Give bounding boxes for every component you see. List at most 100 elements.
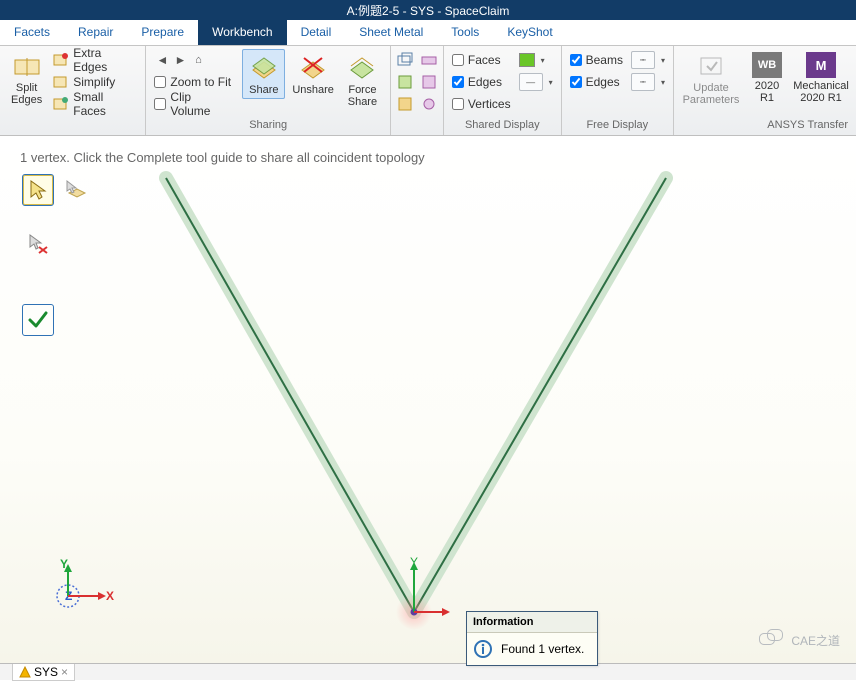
unshare-label: Unshare [292,84,334,96]
free-edges-style-dd[interactable]: ▾ [661,78,665,87]
extra-edges-label: Extra Edges [73,46,137,74]
shared-vertices-label: Vertices [468,97,511,111]
document-tab-label: SYS [34,665,58,679]
update-parameters-label: Update Parameters [683,82,740,106]
nav-right-icon[interactable]: ► [172,52,188,68]
select-plane-tool-button[interactable] [60,174,92,206]
display-opt-2[interactable] [395,71,415,93]
mechanical-button[interactable]: M Mechanical 2020 R1 [792,49,850,107]
free-edges-label: Edges [586,75,620,89]
free-edges-style[interactable]: ┉ [631,73,655,91]
clip-volume-toggle[interactable]: Clip Volume [152,93,234,115]
tab-sheetmetal[interactable]: Sheet Metal [345,20,437,45]
shared-faces-color[interactable] [519,53,535,67]
watermark-text: CAE之道 [791,632,840,649]
document-tab-sys[interactable]: SYS × [12,664,75,681]
tab-detail[interactable]: Detail [287,20,346,45]
cancel-tool-button[interactable] [22,228,54,260]
display-opt-4[interactable] [419,49,439,71]
split-edges-icon [13,52,41,80]
update-parameters-button: Update Parameters [680,49,742,109]
small-faces-button[interactable]: Small Faces [51,93,139,115]
shared-faces-label: Faces [468,53,501,67]
shared-vertices-toggle[interactable]: Vertices [450,93,513,115]
display-opt-1[interactable] [395,49,415,71]
shared-faces-toggle[interactable]: Faces [450,49,513,71]
watermark: CAE之道 [759,629,840,651]
select-tool-button[interactable] [22,174,54,206]
view-triad[interactable]: Z Y X [46,556,126,616]
tab-tools[interactable]: Tools [437,20,493,45]
wb-2020r1-button[interactable]: WB 2020 R1 [746,49,788,107]
free-display-group-label: Free Display [568,119,667,133]
shared-edges-style[interactable]: — [519,73,543,91]
split-edges-button[interactable]: Split Edges [6,49,47,109]
clip-volume-label: Clip Volume [170,90,232,118]
svg-text:Y: Y [410,556,418,569]
graphics-viewport[interactable]: 1 vertex. Click the Complete tool guide … [0,136,856,664]
free-edges-checkbox[interactable] [570,76,582,88]
extra-edges-button[interactable]: Extra Edges [51,49,139,71]
shared-edges-toggle[interactable]: Edges [450,71,513,93]
free-beams-checkbox[interactable] [570,54,582,66]
mechanical-icon: M [806,52,836,78]
information-tooltip: Information Found 1 vertex. [466,611,598,666]
free-beams-style[interactable]: ┉ [631,51,655,69]
sharing-group-label: Sharing [152,119,384,133]
free-beams-style-dd[interactable]: ▾ [661,56,665,65]
small-faces-label: Small Faces [73,90,137,118]
title-bar: A:例题2-5 - SYS - SpaceClaim [0,0,856,20]
tab-prepare[interactable]: Prepare [127,20,198,45]
tab-facets[interactable]: Facets [0,20,64,45]
unshare-icon [298,52,328,82]
shared-faces-checkbox[interactable] [452,54,464,66]
small-faces-icon [53,96,69,112]
ansys-icon [19,666,31,678]
cursor-icon [27,179,49,201]
watermark-icon [759,629,785,651]
origin-axis-indicator: Y [382,556,452,626]
split-edges-label: Split Edges [11,82,42,106]
document-tabs: SYS × [0,664,856,680]
svg-text:X: X [106,589,114,603]
update-parameters-icon [697,52,725,80]
ansys-transfer-group-label: ANSYS Transfer [680,119,850,133]
document-tab-close[interactable]: × [61,665,68,679]
free-beams-toggle[interactable]: Beams [568,49,625,71]
share-button[interactable]: Share [242,49,285,99]
complete-tool-button[interactable] [22,304,54,336]
unshare-button[interactable]: Unshare [289,49,337,99]
shared-display-group-label: Shared Display [450,119,555,133]
information-text: Found 1 vertex. [501,642,584,656]
share-icon [249,52,279,82]
tab-keyshot[interactable]: KeyShot [493,20,566,45]
tab-workbench[interactable]: Workbench [198,20,286,45]
nav-left-icon[interactable]: ◄ [154,52,170,68]
free-beams-label: Beams [586,53,623,67]
nav-home-icon[interactable]: ⌂ [190,52,206,68]
shared-edges-label: Edges [468,75,502,89]
clip-volume-checkbox[interactable] [154,98,166,110]
ribbon: Split Edges Extra Edges Simplify Small F… [0,46,856,136]
free-edges-toggle[interactable]: Edges [568,71,625,93]
shared-edges-style-dd[interactable]: ▾ [549,78,553,87]
shared-faces-color-dd[interactable]: ▾ [541,56,545,65]
display-opt-5[interactable] [419,71,439,93]
wb-2020r1-label: 2020 R1 [755,80,779,104]
display-opt-6[interactable] [419,93,439,115]
force-share-button[interactable]: Force Share [341,49,384,111]
ribbon-tabs: Facets Repair Prepare Workbench Detail S… [0,20,856,46]
svg-text:Y: Y [60,557,68,571]
shared-edges-checkbox[interactable] [452,76,464,88]
zoom-to-fit-checkbox[interactable] [154,76,166,88]
zoom-to-fit-label: Zoom to Fit [170,75,231,89]
simplify-label: Simplify [73,75,115,89]
info-icon [473,639,493,659]
tab-repair[interactable]: Repair [64,20,127,45]
nav-controls: ◄ ► ⌂ [152,49,234,71]
cursor-plane-icon [65,179,87,201]
shared-vertices-checkbox[interactable] [452,98,464,110]
share-label: Share [249,84,278,96]
checkmark-icon [27,309,49,331]
display-opt-3[interactable] [395,93,415,115]
